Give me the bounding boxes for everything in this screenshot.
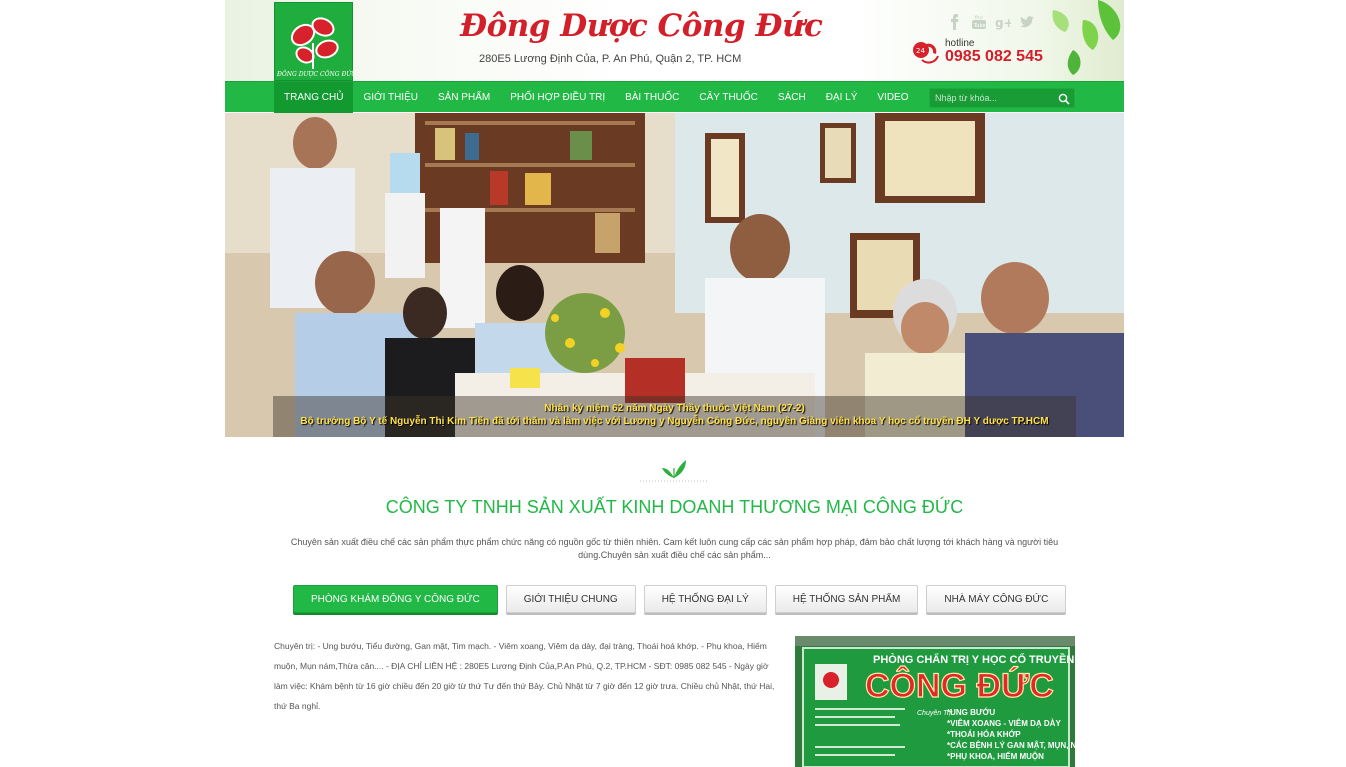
- nav-item-cay-thuoc[interactable]: Cây thuốc: [689, 82, 768, 113]
- tab-phong-kham[interactable]: Phòng khám đông y Công Đức: [293, 585, 498, 613]
- leaf-divider-icon: [640, 456, 708, 482]
- social-links: You Tube g+: [947, 14, 1035, 30]
- tab-he-thong-dai-ly[interactable]: Hệ thống đại lý: [643, 585, 767, 613]
- svg-text:g+: g+: [995, 16, 1011, 30]
- tab-nha-may[interactable]: Nhà máy Công Đức: [926, 585, 1067, 613]
- logo-text: ĐÔNG DƯỢC CÔNG ĐỨC: [277, 71, 356, 78]
- clinic-sign-name: CÔNG ĐỨC: [865, 666, 1054, 705]
- search-input[interactable]: [930, 89, 1052, 107]
- nav-item-trang-chu[interactable]: Trang chủ: [274, 82, 354, 113]
- clinic-info-text: Chuyên trị: - Ung bướu, Tiểu đường, Gan …: [274, 641, 775, 711]
- banner-caption-line-1: Nhân kỷ niệm 62 năm Ngày Thầy thuốc Việt…: [544, 403, 805, 414]
- page-wrapper: ĐÔNG DƯỢC CÔNG ĐỨC Đông Dược Công Đức 28…: [225, 0, 1124, 767]
- facebook-icon[interactable]: [947, 14, 963, 30]
- phone-24h-icon: 24: [910, 38, 940, 66]
- nav-item-gioi-thieu[interactable]: Giới thiệu: [353, 82, 428, 113]
- google-plus-icon[interactable]: g+: [995, 14, 1011, 30]
- svg-text:You: You: [973, 15, 983, 21]
- leaves-decoration-icon: [1043, 0, 1124, 81]
- clinic-sign-item-2: *VIÊM XOANG - VIÊM DẠ DÀY: [947, 719, 1061, 728]
- company-description: Chuyên sản xuất điều chế các sản phẩm th…: [290, 537, 1059, 560]
- clinic-sign-item-3: *THOÁI HÓA KHỚP: [947, 730, 1021, 739]
- nav-item-sach[interactable]: Sách: [768, 82, 816, 113]
- main-nav: Trang chủ Giới thiệu Sản phẩm Phối hợp đ…: [225, 81, 1124, 113]
- nav-item-video[interactable]: Video: [867, 82, 918, 113]
- search-box: [929, 88, 1075, 108]
- nav-item-bai-thuoc[interactable]: Bài thuốc: [615, 82, 689, 113]
- tab-gioi-thieu-chung[interactable]: Giới thiệu chung: [505, 585, 636, 613]
- site-address: 280E5 Lương Định Của, P. An Phú, Quận 2,…: [479, 53, 742, 65]
- hotline-number[interactable]: 0985 082 545: [945, 48, 1043, 66]
- tab-he-thong-san-pham[interactable]: Hệ thống sản phẩm: [774, 585, 919, 613]
- youtube-icon[interactable]: You Tube: [971, 14, 987, 30]
- site-header: ĐÔNG DƯỢC CÔNG ĐỨC Đông Dược Công Đức 28…: [225, 0, 1124, 81]
- nav-item-dai-ly[interactable]: Đại lý: [816, 82, 868, 113]
- twitter-icon[interactable]: [1019, 14, 1035, 30]
- site-logo[interactable]: ĐÔNG DƯỢC CÔNG ĐỨC: [274, 2, 356, 81]
- svg-text:24: 24: [916, 47, 925, 55]
- svg-text:Tube: Tube: [973, 23, 986, 29]
- site-title[interactable]: Đông Dược Công Đức: [460, 8, 823, 44]
- clinic-sign-image: PHÒNG CHẨN TRỊ Y HỌC CỔ TRUYỀN CÔNG ĐỨC …: [795, 636, 1075, 767]
- content-tabs: Phòng khám đông y Công Đức Giới thiệu ch…: [293, 585, 1067, 613]
- flower-logo-icon: [290, 17, 339, 69]
- nav-item-phoi-hop-dieu-tri[interactable]: Phối hợp điều trị: [500, 82, 615, 113]
- nav-item-san-pham[interactable]: Sản phẩm: [428, 82, 500, 113]
- clinic-sign-item-1: *UNG BƯỚU: [947, 708, 995, 717]
- banner-slider[interactable]: Nhân kỷ niệm 62 năm Ngày Thầy thuốc Việt…: [225, 113, 1124, 437]
- clinic-sign-top: PHÒNG CHẨN TRỊ Y HỌC CỔ TRUYỀN: [873, 653, 1074, 666]
- banner-photo: [225, 113, 1124, 437]
- company-title: CÔNG TY TNHH SẢN XUẤT KINH DOANH THƯƠNG …: [385, 497, 964, 517]
- banner-caption: Nhân kỷ niệm 62 năm Ngày Thầy thuốc Việt…: [273, 396, 1076, 437]
- banner-caption-line-2: Bộ trưởng Bộ Y tế Nguyễn Thị Kim Tiến đã…: [300, 416, 1049, 427]
- clinic-sign-item-4: *CÁC BỆNH LÝ GAN MẬT, MỤN, NÁM: [947, 741, 1075, 750]
- clinic-sign-item-5: *PHỤ KHOA, HIẾM MUỘN: [947, 751, 1044, 761]
- search-icon[interactable]: [1058, 92, 1070, 105]
